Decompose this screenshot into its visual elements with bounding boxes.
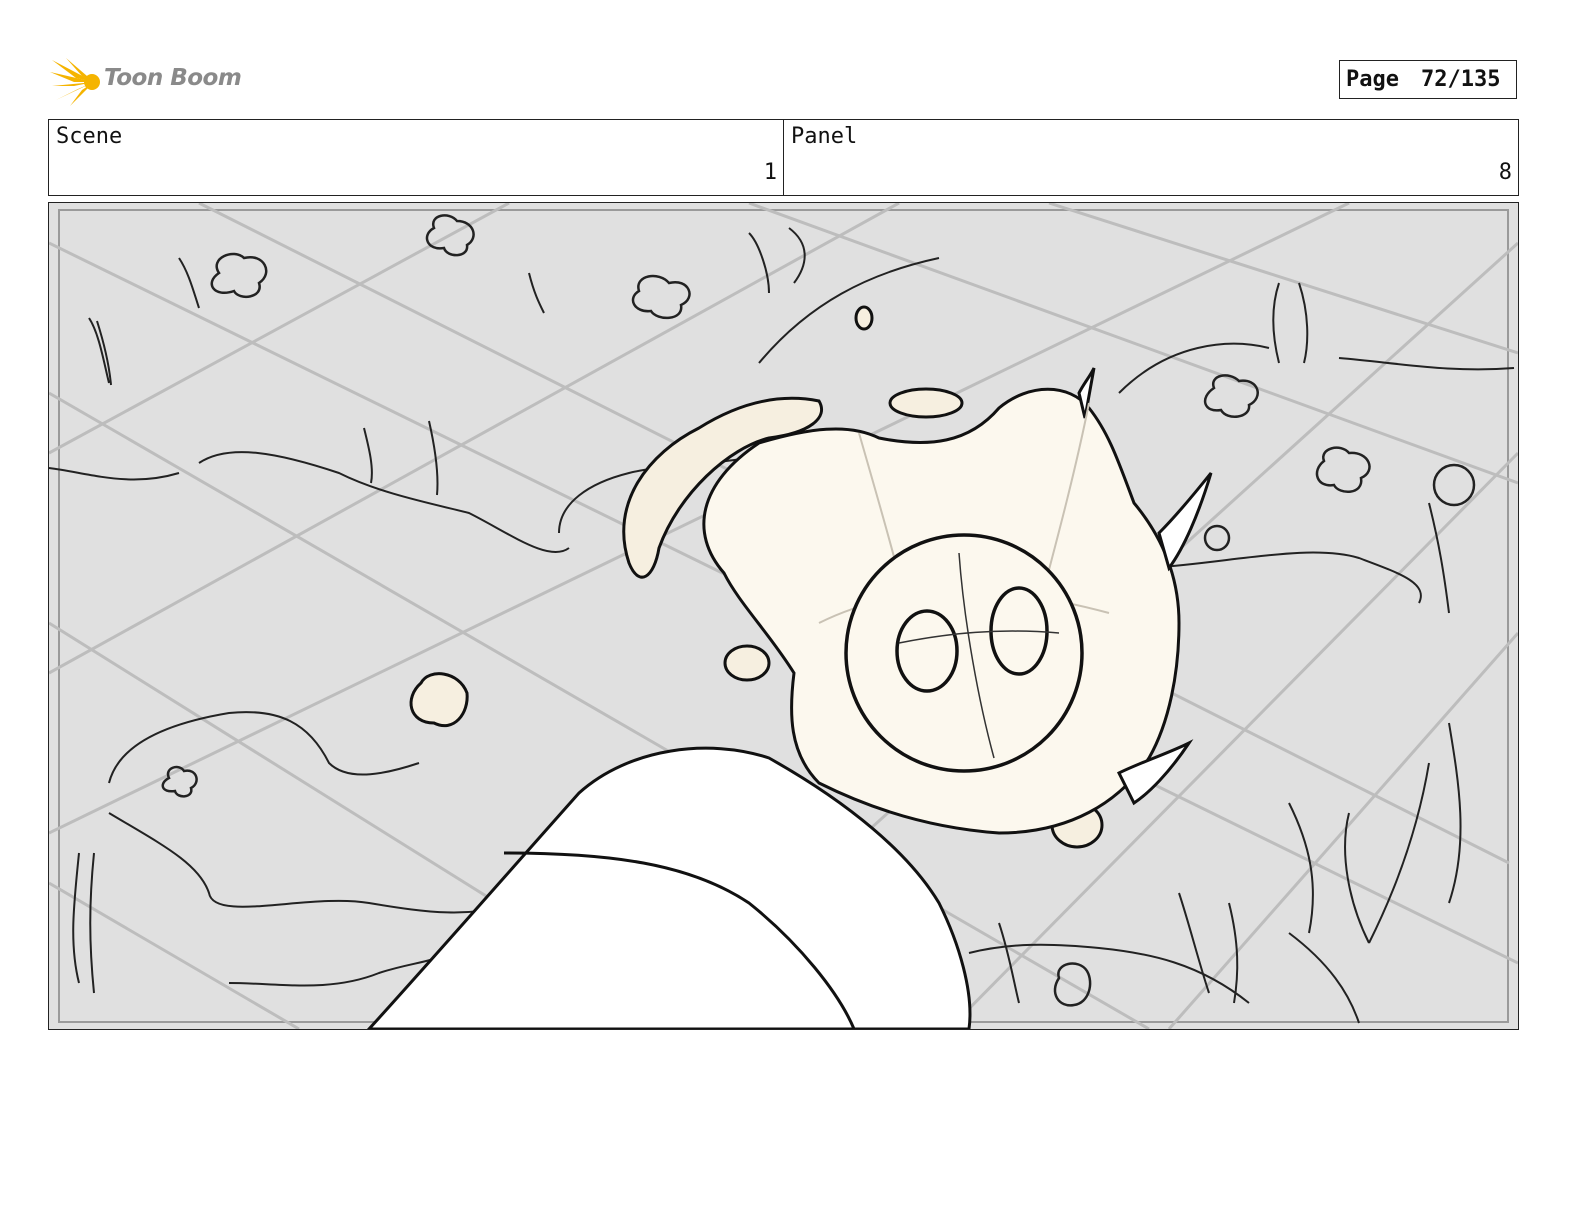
toon-boom-logo: Toon Boom <box>50 56 250 108</box>
starburst-icon <box>50 58 100 106</box>
page-indicator: Page 72/135 <box>1339 60 1517 99</box>
panel-cell: Panel 8 <box>783 120 1518 195</box>
page-number: 72/135 <box>1420 67 1501 92</box>
scene-cell: Scene 1 <box>49 120 783 195</box>
logo-text: Toon Boom <box>104 65 242 91</box>
panel-label: Panel <box>791 124 858 149</box>
storyboard-panel <box>48 202 1519 1030</box>
scene-number: 1 <box>763 160 777 185</box>
panel-drawing <box>49 203 1518 1029</box>
page-label: Page <box>1346 67 1399 92</box>
scene-label: Scene <box>56 124 123 149</box>
panel-number: 8 <box>1498 160 1512 185</box>
scene-panel-header: Scene 1 Panel 8 <box>48 119 1519 196</box>
